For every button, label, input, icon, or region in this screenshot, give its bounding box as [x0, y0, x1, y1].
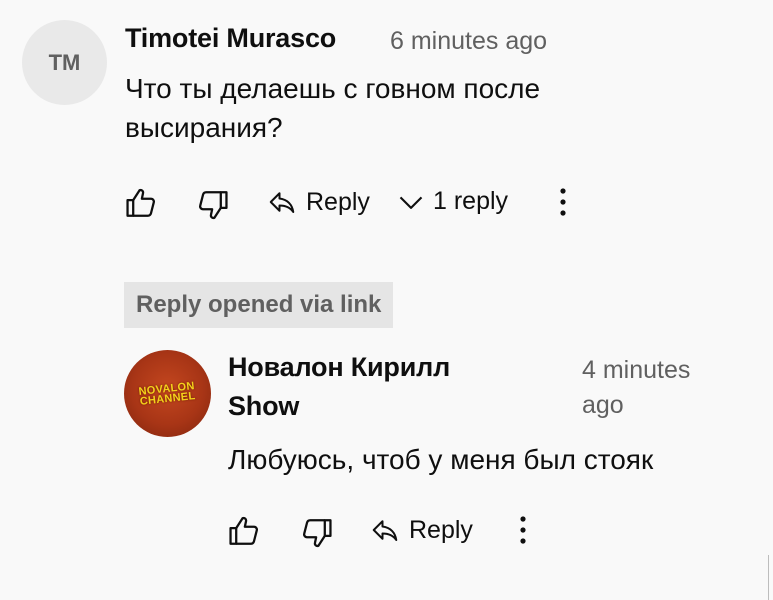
- scrollbar-edge[interactable]: [768, 555, 773, 600]
- reply-icon: [372, 520, 398, 541]
- comment-author[interactable]: Timotei Murasco: [125, 23, 336, 54]
- reply-opened-via-link-chip: Reply opened via link: [124, 282, 394, 328]
- reply-text: Любуюсь, чтоб у меня был стояк: [228, 444, 654, 475]
- reply-more-actions-button[interactable]: [512, 514, 534, 546]
- reply-label: Reply: [306, 187, 370, 216]
- reply-icon: [269, 192, 295, 213]
- more-vert-icon: [520, 516, 526, 544]
- reply-button[interactable]: Reply: [266, 187, 370, 217]
- dislike-button[interactable]: [196, 187, 230, 223]
- like-icon: [229, 516, 259, 545]
- avatar[interactable]: TM: [22, 20, 107, 105]
- comment-text-line-1: Что ты делаешь с говном после: [125, 73, 541, 104]
- comment-text-line-2: высирания?: [125, 112, 283, 143]
- like-button[interactable]: [124, 185, 158, 221]
- more-actions-button[interactable]: [552, 186, 574, 218]
- reply-dislike-button[interactable]: [300, 515, 334, 551]
- more-vert-icon: [560, 188, 566, 216]
- view-replies-button[interactable]: 1 reply: [397, 187, 508, 216]
- dislike-icon: [302, 519, 332, 548]
- reply-author-line-2[interactable]: Show: [228, 391, 299, 422]
- reply-like-button[interactable]: [227, 513, 261, 549]
- reply-author-line-1[interactable]: Новалон Кирилл: [228, 352, 450, 383]
- reply-reply-button[interactable]: Reply: [369, 515, 473, 545]
- replies-count-label: 1 reply: [433, 187, 509, 215]
- channel-logo: NOVALON CHANNEL: [138, 379, 197, 408]
- chevron-down-icon: [399, 196, 423, 209]
- reply-label: Reply: [409, 515, 473, 544]
- like-icon: [126, 188, 156, 217]
- reply-timestamp-line-1[interactable]: 4 minutes: [582, 356, 690, 385]
- reply-avatar[interactable]: NOVALON CHANNEL: [124, 350, 211, 437]
- dislike-icon: [198, 191, 228, 220]
- reply-timestamp-line-2[interactable]: ago: [582, 391, 624, 420]
- comment-timestamp[interactable]: 6 minutes ago: [390, 27, 547, 56]
